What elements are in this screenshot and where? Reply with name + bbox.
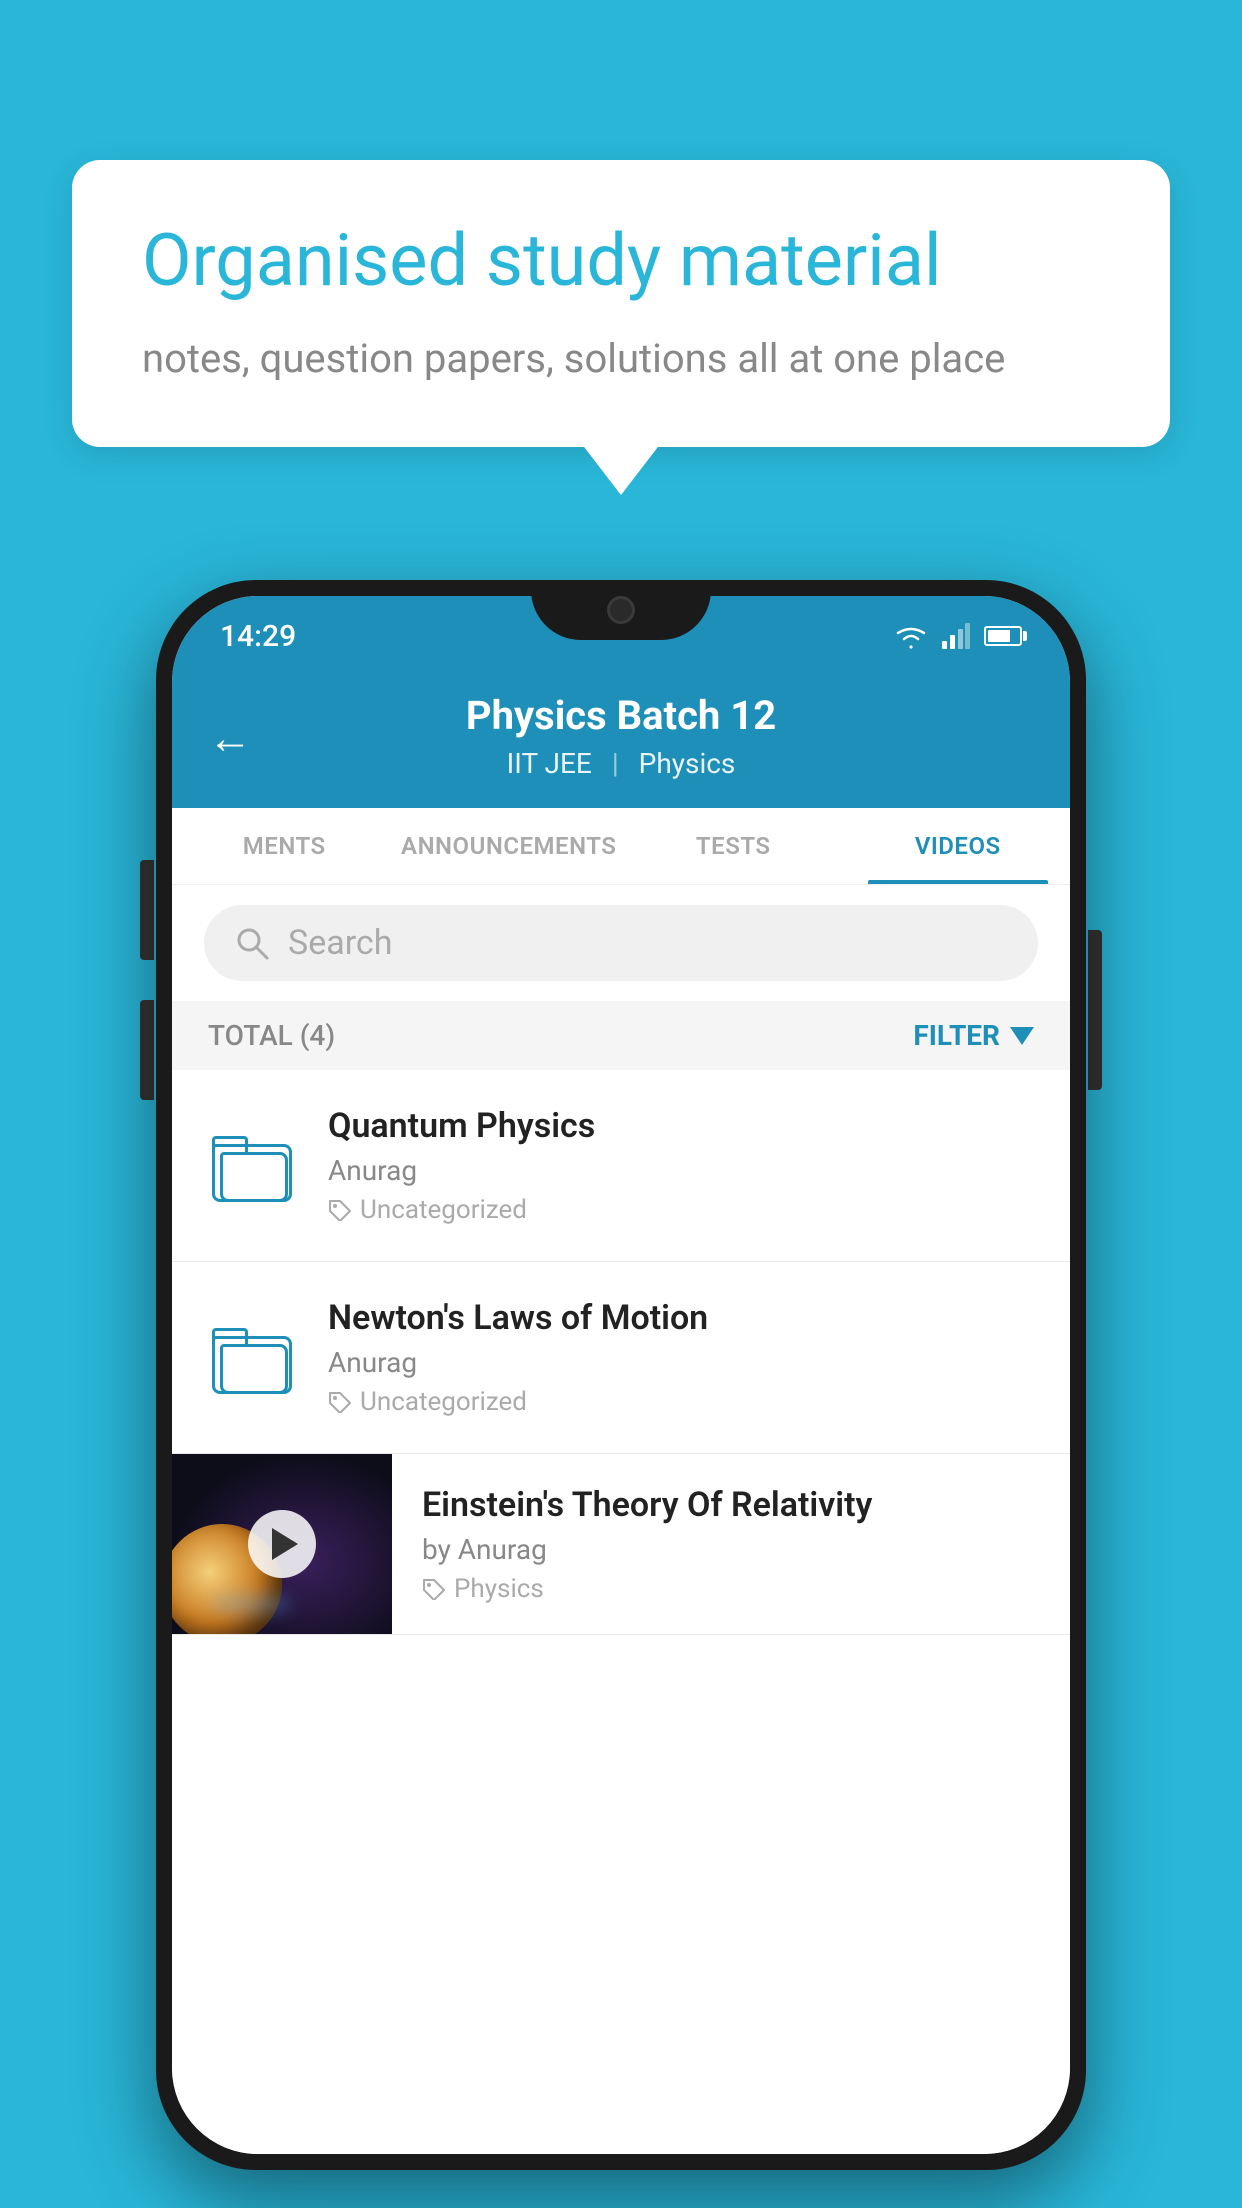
item-tag: Uncategorized <box>360 1195 527 1225</box>
filter-button[interactable]: FILTER <box>913 1019 1034 1052</box>
volume-down-button <box>140 1000 154 1100</box>
item-title: Quantum Physics <box>328 1106 1034 1146</box>
item-tag-wrap: Physics <box>422 1574 1034 1604</box>
app-header: ← Physics Batch 12 IIT JEE | Physics <box>172 668 1070 808</box>
search-bar-wrap: Search <box>172 885 1070 1001</box>
phone-outer: 14:29 <box>156 580 1086 2170</box>
signal-icon <box>942 623 970 649</box>
folder-icon-wrap <box>208 1121 298 1211</box>
tab-videos[interactable]: VIDEOS <box>846 808 1071 884</box>
camera-icon <box>607 596 635 624</box>
tabs-bar: MENTS ANNOUNCEMENTS TESTS VIDEOS <box>172 808 1070 885</box>
item-text: Quantum Physics Anurag Uncategorized <box>328 1106 1034 1225</box>
search-input[interactable]: Search <box>288 923 392 963</box>
item-author: by Anurag <box>422 1533 1034 1566</box>
play-button[interactable] <box>248 1510 316 1578</box>
header-tag-sep: | <box>612 747 619 780</box>
volume-up-button <box>140 860 154 960</box>
header-tags: IIT JEE | Physics <box>507 747 736 780</box>
list-item[interactable]: Newton's Laws of Motion Anurag Uncategor… <box>172 1262 1070 1454</box>
search-input-wrap[interactable]: Search <box>204 905 1038 981</box>
header-tag-iitjee: IIT JEE <box>507 747 592 780</box>
item-tag-wrap: Uncategorized <box>328 1387 1034 1417</box>
power-button <box>1088 930 1102 1090</box>
content-list: Quantum Physics Anurag Uncategorized <box>172 1070 1070 2154</box>
tag-icon <box>328 1391 352 1413</box>
notch <box>531 580 711 640</box>
list-item[interactable]: Quantum Physics Anurag Uncategorized <box>172 1070 1070 1262</box>
speech-bubble-subtitle: notes, question papers, solutions all at… <box>142 331 1100 387</box>
item-text: Einstein's Theory Of Relativity by Anura… <box>422 1461 1034 1628</box>
item-author: Anurag <box>328 1154 1034 1187</box>
speech-bubble-title: Organised study material <box>142 220 1100 303</box>
tab-ments[interactable]: MENTS <box>172 808 397 884</box>
folder-icon <box>212 1130 294 1202</box>
filter-bar: TOTAL (4) FILTER <box>172 1001 1070 1070</box>
filter-funnel-icon <box>1010 1027 1034 1045</box>
item-tag-wrap: Uncategorized <box>328 1195 1034 1225</box>
speech-bubble: Organised study material notes, question… <box>72 160 1170 447</box>
item-text: Newton's Laws of Motion Anurag Uncategor… <box>328 1298 1034 1417</box>
tag-icon <box>422 1578 446 1600</box>
tab-announcements[interactable]: ANNOUNCEMENTS <box>397 808 622 884</box>
item-title: Newton's Laws of Motion <box>328 1298 1034 1338</box>
filter-label: FILTER <box>913 1019 1000 1052</box>
status-icons <box>894 623 1022 649</box>
play-icon <box>272 1528 298 1560</box>
back-button[interactable]: ← <box>208 712 252 764</box>
filter-total: TOTAL (4) <box>208 1019 335 1052</box>
folder-icon-wrap <box>208 1313 298 1403</box>
item-author: Anurag <box>328 1346 1034 1379</box>
phone: 14:29 <box>156 580 1086 2170</box>
wifi-icon <box>894 623 928 649</box>
battery-icon <box>984 626 1022 646</box>
video-thumbnail <box>172 1454 392 1634</box>
glow-effect <box>212 1594 292 1614</box>
phone-screen: 14:29 <box>172 596 1070 2154</box>
item-tag: Physics <box>454 1574 544 1604</box>
item-title: Einstein's Theory Of Relativity <box>422 1485 1034 1525</box>
tab-tests[interactable]: TESTS <box>621 808 846 884</box>
list-item[interactable]: Einstein's Theory Of Relativity by Anura… <box>172 1454 1070 1635</box>
header-tag-physics: Physics <box>639 747 736 780</box>
tag-icon <box>328 1199 352 1221</box>
status-time: 14:29 <box>220 619 296 654</box>
item-tag: Uncategorized <box>360 1387 527 1417</box>
header-title: Physics Batch 12 <box>466 692 776 739</box>
search-icon <box>234 925 270 961</box>
folder-icon <box>212 1322 294 1394</box>
